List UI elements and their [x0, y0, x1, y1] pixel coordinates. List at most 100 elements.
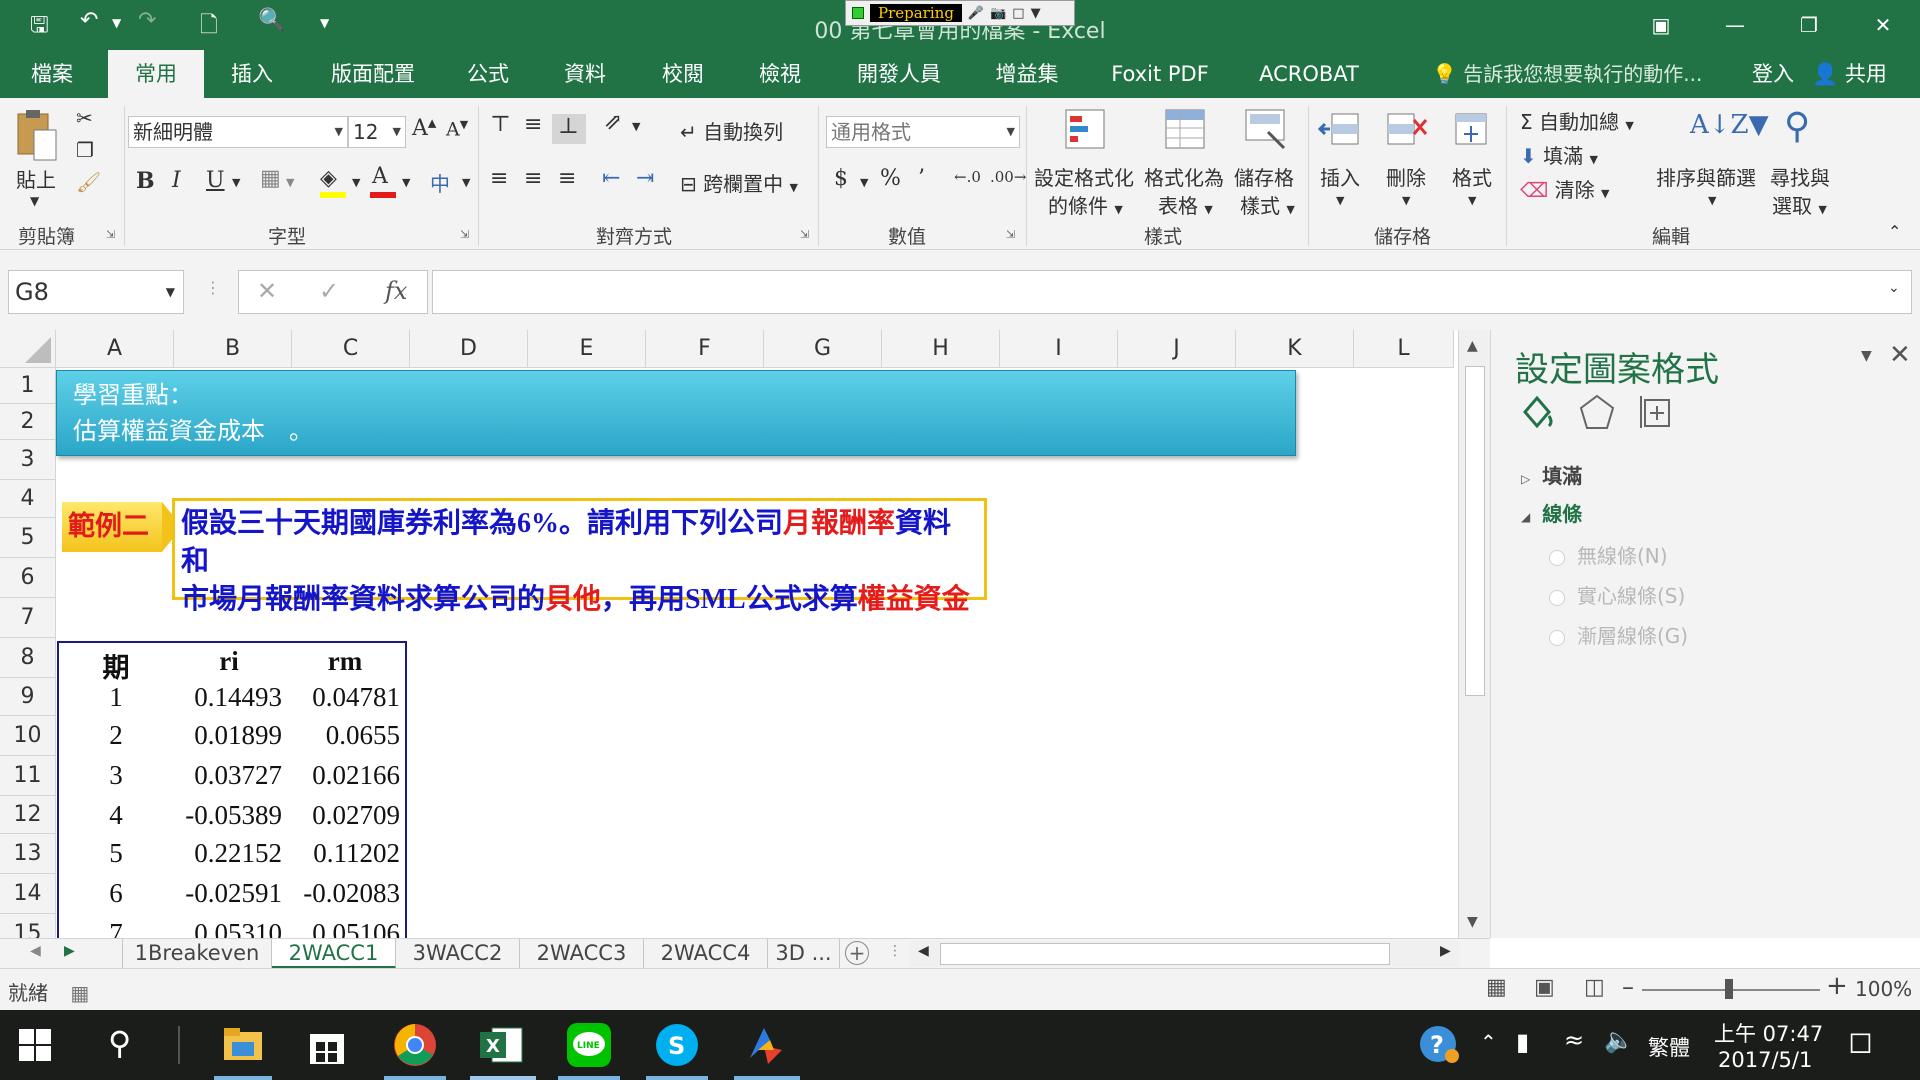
skype-icon[interactable]: S — [652, 1020, 702, 1070]
tab-acrobat[interactable]: ACROBAT — [1250, 50, 1368, 98]
table-cell[interactable]: -0.05389 — [176, 800, 282, 831]
table-cell[interactable]: 0.0655 — [290, 720, 400, 751]
zoom-in-icon[interactable]: + — [1826, 971, 1848, 1001]
merge-center-button[interactable]: ⊟ 跨欄置中 ▼ — [680, 168, 798, 197]
horizontal-scroll-thumb[interactable] — [940, 943, 1390, 965]
underline-dropdown-icon[interactable]: ▼ — [232, 176, 240, 189]
camera-icon[interactable]: 📷 — [990, 6, 1006, 21]
increase-decimal-icon[interactable]: ←.0 — [954, 168, 981, 186]
chrome-icon[interactable] — [390, 1020, 440, 1070]
scroll-down-icon[interactable]: ▼ — [1467, 914, 1478, 930]
currency-dropdown-icon[interactable]: ▼ — [860, 176, 868, 189]
alignment-launcher-icon[interactable]: ⇲ — [800, 228, 809, 241]
name-box[interactable]: G8 ▼ — [8, 270, 184, 314]
search-icon[interactable]: ⚲ — [108, 1024, 131, 1062]
notifications-icon[interactable]: ◻ — [1848, 1024, 1873, 1059]
scroll-right-icon[interactable]: ▶ — [1440, 943, 1451, 959]
fill-section-header[interactable]: ▷ 填滿 — [1521, 460, 1582, 489]
italic-button[interactable]: I — [172, 168, 181, 193]
volume-icon[interactable]: 🔈 — [1604, 1026, 1634, 1054]
microphone-icon[interactable]: 🎤 — [968, 6, 984, 21]
cancel-icon[interactable]: ✕ — [257, 277, 277, 305]
phonetic-dropdown-icon[interactable]: ▼ — [462, 176, 470, 189]
align-left-icon[interactable]: ≡ — [490, 166, 508, 191]
table-cell[interactable]: 0.03727 — [176, 760, 282, 791]
sheet-tab-2wacc3[interactable]: 2WACC3 — [520, 939, 644, 969]
sheet-tab-2wacc4[interactable]: 2WACC4 — [644, 939, 768, 969]
size-properties-tab-icon[interactable] — [1637, 392, 1677, 432]
table-cell[interactable]: -0.02083 — [290, 878, 400, 909]
sort-filter-button[interactable]: 排序與篩選 — [1656, 162, 1756, 191]
scroll-left-icon[interactable]: ◀ — [918, 943, 929, 959]
tab-add-ins[interactable]: 增益集 — [984, 50, 1070, 98]
tab-split-handle[interactable]: ⋮ — [888, 943, 902, 959]
format-as-table-icon[interactable] — [1164, 108, 1206, 150]
table-header-cell[interactable]: ri — [176, 646, 282, 677]
number-format-combo[interactable]: 通用格式 ▼ — [826, 116, 1020, 148]
table-cell[interactable]: 7 — [58, 918, 174, 938]
vertical-scroll-thumb[interactable] — [1465, 366, 1485, 696]
column-header[interactable]: F — [646, 330, 764, 368]
comma-icon[interactable]: ’ — [918, 166, 925, 191]
tab-page-layout[interactable]: 版面配置 — [318, 50, 428, 98]
input-method-indicator[interactable]: 繁體 — [1648, 1032, 1690, 1062]
increase-indent-icon[interactable]: ⇥ — [636, 166, 654, 191]
fill-color-dropdown-icon[interactable]: ▼ — [352, 176, 360, 189]
conditional-formatting-label-2[interactable]: 的條件 ▼ — [1048, 190, 1123, 219]
fill-line-tab-icon[interactable] — [1517, 392, 1557, 432]
excel-icon[interactable]: X — [476, 1020, 526, 1070]
share-button[interactable]: 👤 共用 — [1812, 50, 1887, 98]
font-color-icon[interactable]: A — [372, 164, 388, 189]
normal-view-icon[interactable]: ▦ — [1486, 975, 1507, 1000]
sheet-tab-3wacc2[interactable]: 3WACC2 — [396, 939, 520, 969]
table-cell[interactable]: 2 — [58, 720, 174, 751]
learning-banner-shape[interactable]: 學習重點： 估算權益資金成本 。 — [56, 370, 1296, 456]
vertical-scrollbar[interactable]: ▲ ▼ — [1458, 330, 1490, 938]
decrease-decimal-icon[interactable]: .00→ — [990, 168, 1026, 186]
cell-styles-label[interactable]: 儲存格 — [1234, 162, 1294, 191]
phonetic-icon[interactable]: 中 — [430, 168, 450, 197]
column-header[interactable]: H — [882, 330, 1000, 368]
row-header[interactable]: 3 — [0, 440, 56, 480]
paste-dropdown-icon[interactable]: ▼ — [30, 194, 39, 208]
tab-foxit-pdf[interactable]: Foxit PDF — [1100, 50, 1220, 98]
orientation-icon[interactable]: ⇗ — [604, 110, 622, 135]
row-header[interactable]: 9 — [0, 678, 56, 716]
table-cell[interactable]: 5 — [58, 838, 174, 869]
align-middle-icon[interactable]: ≡ — [524, 112, 542, 137]
tab-review[interactable]: 校閱 — [643, 50, 723, 98]
gradient-line-option[interactable]: 漸層線條(G) — [1549, 620, 1688, 649]
page-break-view-icon[interactable]: ◫ — [1584, 975, 1605, 1000]
clipboard-launcher-icon[interactable]: ⇲ — [106, 228, 115, 241]
row-header[interactable]: 6 — [0, 558, 56, 598]
fill-color-icon[interactable]: ◈ — [320, 166, 337, 191]
zoom-slider-knob[interactable] — [1725, 979, 1733, 999]
battery-icon[interactable]: ▮ — [1516, 1028, 1529, 1056]
example-text-box[interactable]: 假設三十天期國庫券利率為6%。請利用下列公司月報酬率資料和 市場月報酬率資料求算… — [172, 498, 987, 615]
line-section-header[interactable]: ◢ 線條 — [1521, 498, 1582, 527]
table-header-cell[interactable]: 期 — [58, 646, 174, 685]
wrap-text-button[interactable]: ↵ 自動換列 — [680, 116, 783, 145]
format-as-table-label-2[interactable]: 表格 ▼ — [1158, 190, 1213, 219]
line-icon[interactable]: LINE — [564, 1020, 614, 1070]
currency-icon[interactable]: $ — [834, 166, 848, 191]
row-header[interactable]: 7 — [0, 598, 56, 638]
column-header[interactable]: B — [174, 330, 292, 368]
recorder-menu-icon[interactable]: ▼ — [1031, 6, 1041, 21]
region-icon[interactable]: □ — [1012, 6, 1024, 21]
table-cell[interactable]: 6 — [58, 878, 174, 909]
example-tag-shape[interactable]: 範例二 — [62, 502, 182, 552]
pane-options-icon[interactable]: ▼ — [1861, 348, 1872, 364]
table-cell[interactable]: 0.14493 — [176, 682, 282, 713]
worksheet-grid[interactable]: ABCDEFGHIJKL 1 2 3 4 5 6 7 8 9 10 11 12 13 14 15 學習重點：… — [0, 330, 1490, 938]
table-cell[interactable]: 0.05106 — [290, 918, 400, 938]
windows-start-icon[interactable] — [18, 1028, 52, 1062]
sign-in-link[interactable]: 登入 — [1752, 50, 1794, 98]
tab-insert[interactable]: 插入 — [212, 50, 292, 98]
column-header[interactable]: I — [1000, 330, 1118, 368]
table-cell[interactable]: 0.04781 — [290, 682, 400, 713]
sheet-tab-2wacc1[interactable]: 2WACC1 — [272, 939, 396, 969]
conditional-formatting-label[interactable]: 設定格式化 — [1034, 162, 1134, 191]
insert-function-icon[interactable]: fx — [385, 277, 407, 305]
table-cell[interactable]: 0.01899 — [176, 720, 282, 751]
